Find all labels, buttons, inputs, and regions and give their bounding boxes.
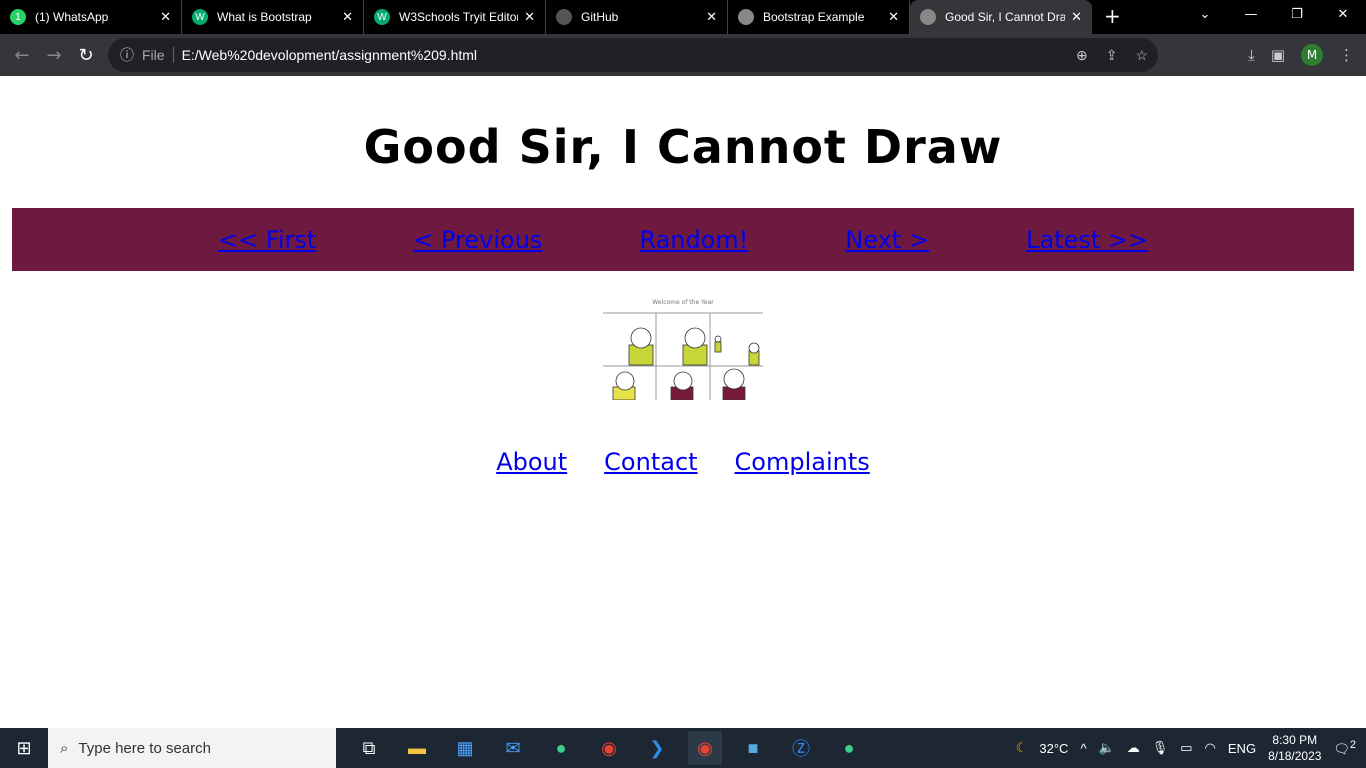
taskbar: ⊞ ⌕ Type here to search ⧉ ▬ ▦ ✉ ● ◉ ❯ ◉ ■… bbox=[0, 728, 1366, 768]
close-window-button[interactable]: ✕ bbox=[1320, 0, 1366, 30]
zoom-icon[interactable]: ⊕ bbox=[1076, 47, 1088, 64]
clock[interactable]: 8:30 PM 8/18/2023 bbox=[1268, 732, 1321, 764]
time: 8:30 PM bbox=[1272, 733, 1318, 747]
toolbar: ← → ↻ ⓘ File E:/Web%20devolopment/assign… bbox=[0, 34, 1366, 76]
close-tab-icon[interactable]: ✕ bbox=[160, 9, 171, 25]
tab-label: W3Schools Tryit Editor bbox=[399, 10, 519, 24]
globe-icon bbox=[738, 9, 754, 25]
reload-button[interactable]: ↻ bbox=[70, 45, 102, 66]
minimize-button[interactable]: — bbox=[1228, 0, 1274, 30]
restore-button[interactable]: ❐ bbox=[1274, 0, 1320, 30]
whatsapp-icon: 1 bbox=[10, 9, 26, 25]
bookmark-star-icon[interactable]: ☆ bbox=[1135, 47, 1148, 64]
address-bar[interactable]: ⓘ File E:/Web%20devolopment/assignment%2… bbox=[108, 38, 1158, 72]
info-icon[interactable]: ⓘ bbox=[120, 45, 134, 65]
nav-latest-link[interactable]: Latest >> bbox=[1026, 226, 1148, 254]
w3schools-icon: W bbox=[192, 9, 208, 25]
contact-link[interactable]: Contact bbox=[604, 448, 697, 476]
nav-random-link[interactable]: Random! bbox=[639, 226, 748, 254]
menu-kebab-icon[interactable]: ⋮ bbox=[1339, 46, 1354, 64]
close-tab-icon[interactable]: ✕ bbox=[342, 9, 353, 25]
search-placeholder: Type here to search bbox=[78, 739, 211, 757]
onedrive-icon[interactable]: ☁ bbox=[1127, 740, 1140, 756]
chrome-icon[interactable]: ◉ bbox=[592, 731, 626, 765]
tab-strip: 1 (1) WhatsApp ✕ W What is Bootstrap ✕ W W3Scho… bbox=[0, 0, 1366, 34]
close-tab-icon[interactable]: ✕ bbox=[706, 9, 717, 25]
about-link[interactable]: About bbox=[496, 448, 567, 476]
footer-links: About Contact Complaints bbox=[0, 448, 1366, 476]
window-controls: ⌄ — ❐ ✕ bbox=[1182, 0, 1366, 30]
tab[interactable]: Bootstrap Example ✕ bbox=[728, 0, 910, 34]
close-tab-icon[interactable]: ✕ bbox=[1071, 9, 1082, 25]
comic-image: Welcome of the Year bbox=[603, 299, 763, 400]
side-panel-icon[interactable]: ▣ bbox=[1271, 46, 1285, 64]
edge-icon[interactable]: ● bbox=[544, 731, 578, 765]
page-title: Good Sir, I Cannot Draw bbox=[363, 120, 1003, 174]
complaints-link[interactable]: Complaints bbox=[735, 448, 870, 476]
tab-label: Good Sir, I Cannot Draw bbox=[945, 10, 1066, 24]
language-indicator[interactable]: ENG bbox=[1228, 741, 1256, 756]
nav-previous-link[interactable]: < Previous bbox=[413, 226, 542, 254]
wifi-icon[interactable]: ◠ bbox=[1205, 740, 1216, 756]
forward-button[interactable]: → bbox=[38, 45, 70, 66]
microphone-icon[interactable]: 🎙 bbox=[1152, 740, 1169, 756]
github-icon bbox=[556, 9, 572, 25]
volume-icon[interactable]: 🔈 bbox=[1099, 740, 1115, 756]
file-explorer-icon[interactable]: ▬ bbox=[400, 731, 434, 765]
app-icon[interactable]: ■ bbox=[736, 731, 770, 765]
page-content: Good Sir, I Cannot Draw << First < Previ… bbox=[0, 76, 1366, 728]
nav-next-link[interactable]: Next > bbox=[845, 226, 929, 254]
share-icon[interactable]: ⇪ bbox=[1106, 47, 1118, 64]
tab[interactable]: W What is Bootstrap ✕ bbox=[182, 0, 364, 34]
globe-icon bbox=[920, 9, 936, 25]
zoom-app-icon[interactable]: Ⓩ bbox=[784, 731, 818, 765]
download-icon[interactable]: ⤓ bbox=[1248, 46, 1255, 64]
chrome-profile-icon[interactable]: ◉ bbox=[688, 731, 722, 765]
battery-icon[interactable]: ▭ bbox=[1180, 740, 1192, 756]
w3schools-icon: W bbox=[374, 9, 390, 25]
file-label: File bbox=[142, 47, 174, 63]
new-tab-button[interactable]: + bbox=[1104, 4, 1121, 28]
mail-icon[interactable]: ✉ bbox=[496, 731, 530, 765]
tab-label: What is Bootstrap bbox=[217, 10, 312, 24]
edge-profile-icon[interactable]: ● bbox=[832, 731, 866, 765]
tab-label: Bootstrap Example bbox=[763, 10, 865, 24]
chevron-up-icon[interactable]: ^ bbox=[1080, 741, 1086, 756]
tab[interactable]: W W3Schools Tryit Editor ✕ bbox=[364, 0, 546, 34]
tab-label: (1) WhatsApp bbox=[35, 10, 109, 24]
notification-count: 2 bbox=[1349, 738, 1356, 751]
close-tab-icon[interactable]: ✕ bbox=[524, 9, 535, 25]
tab[interactable]: GitHub ✕ bbox=[546, 0, 728, 34]
weather-temp[interactable]: 32°C bbox=[1039, 741, 1068, 756]
url-text[interactable]: E:/Web%20devolopment/assignment%209.html bbox=[182, 47, 477, 63]
task-view-icon[interactable]: ⧉ bbox=[352, 731, 386, 765]
profile-avatar[interactable]: M bbox=[1301, 44, 1323, 66]
weather-icon[interactable]: ☾ bbox=[1016, 740, 1028, 756]
close-tab-icon[interactable]: ✕ bbox=[888, 9, 899, 25]
notification-icon[interactable]: 🗨2 bbox=[1333, 739, 1356, 757]
taskbar-search[interactable]: ⌕ Type here to search bbox=[48, 728, 336, 768]
comic-caption: Welcome of the Year bbox=[652, 299, 714, 306]
comic-nav: << First < Previous Random! Next > Lates… bbox=[12, 208, 1354, 271]
vscode-icon[interactable]: ❯ bbox=[640, 731, 674, 765]
nav-first-link[interactable]: << First bbox=[218, 226, 316, 254]
tab-search-icon[interactable]: ⌄ bbox=[1182, 0, 1228, 30]
search-icon: ⌕ bbox=[60, 739, 69, 757]
date: 8/18/2023 bbox=[1268, 749, 1322, 763]
tab[interactable]: 1 (1) WhatsApp ✕ bbox=[0, 0, 182, 34]
tab[interactable]: Good Sir, I Cannot Draw ✕ bbox=[910, 0, 1092, 34]
back-button[interactable]: ← bbox=[6, 45, 38, 66]
tab-label: GitHub bbox=[581, 10, 619, 24]
windows-start-icon[interactable]: ⊞ bbox=[0, 738, 48, 759]
store-icon[interactable]: ▦ bbox=[448, 731, 482, 765]
